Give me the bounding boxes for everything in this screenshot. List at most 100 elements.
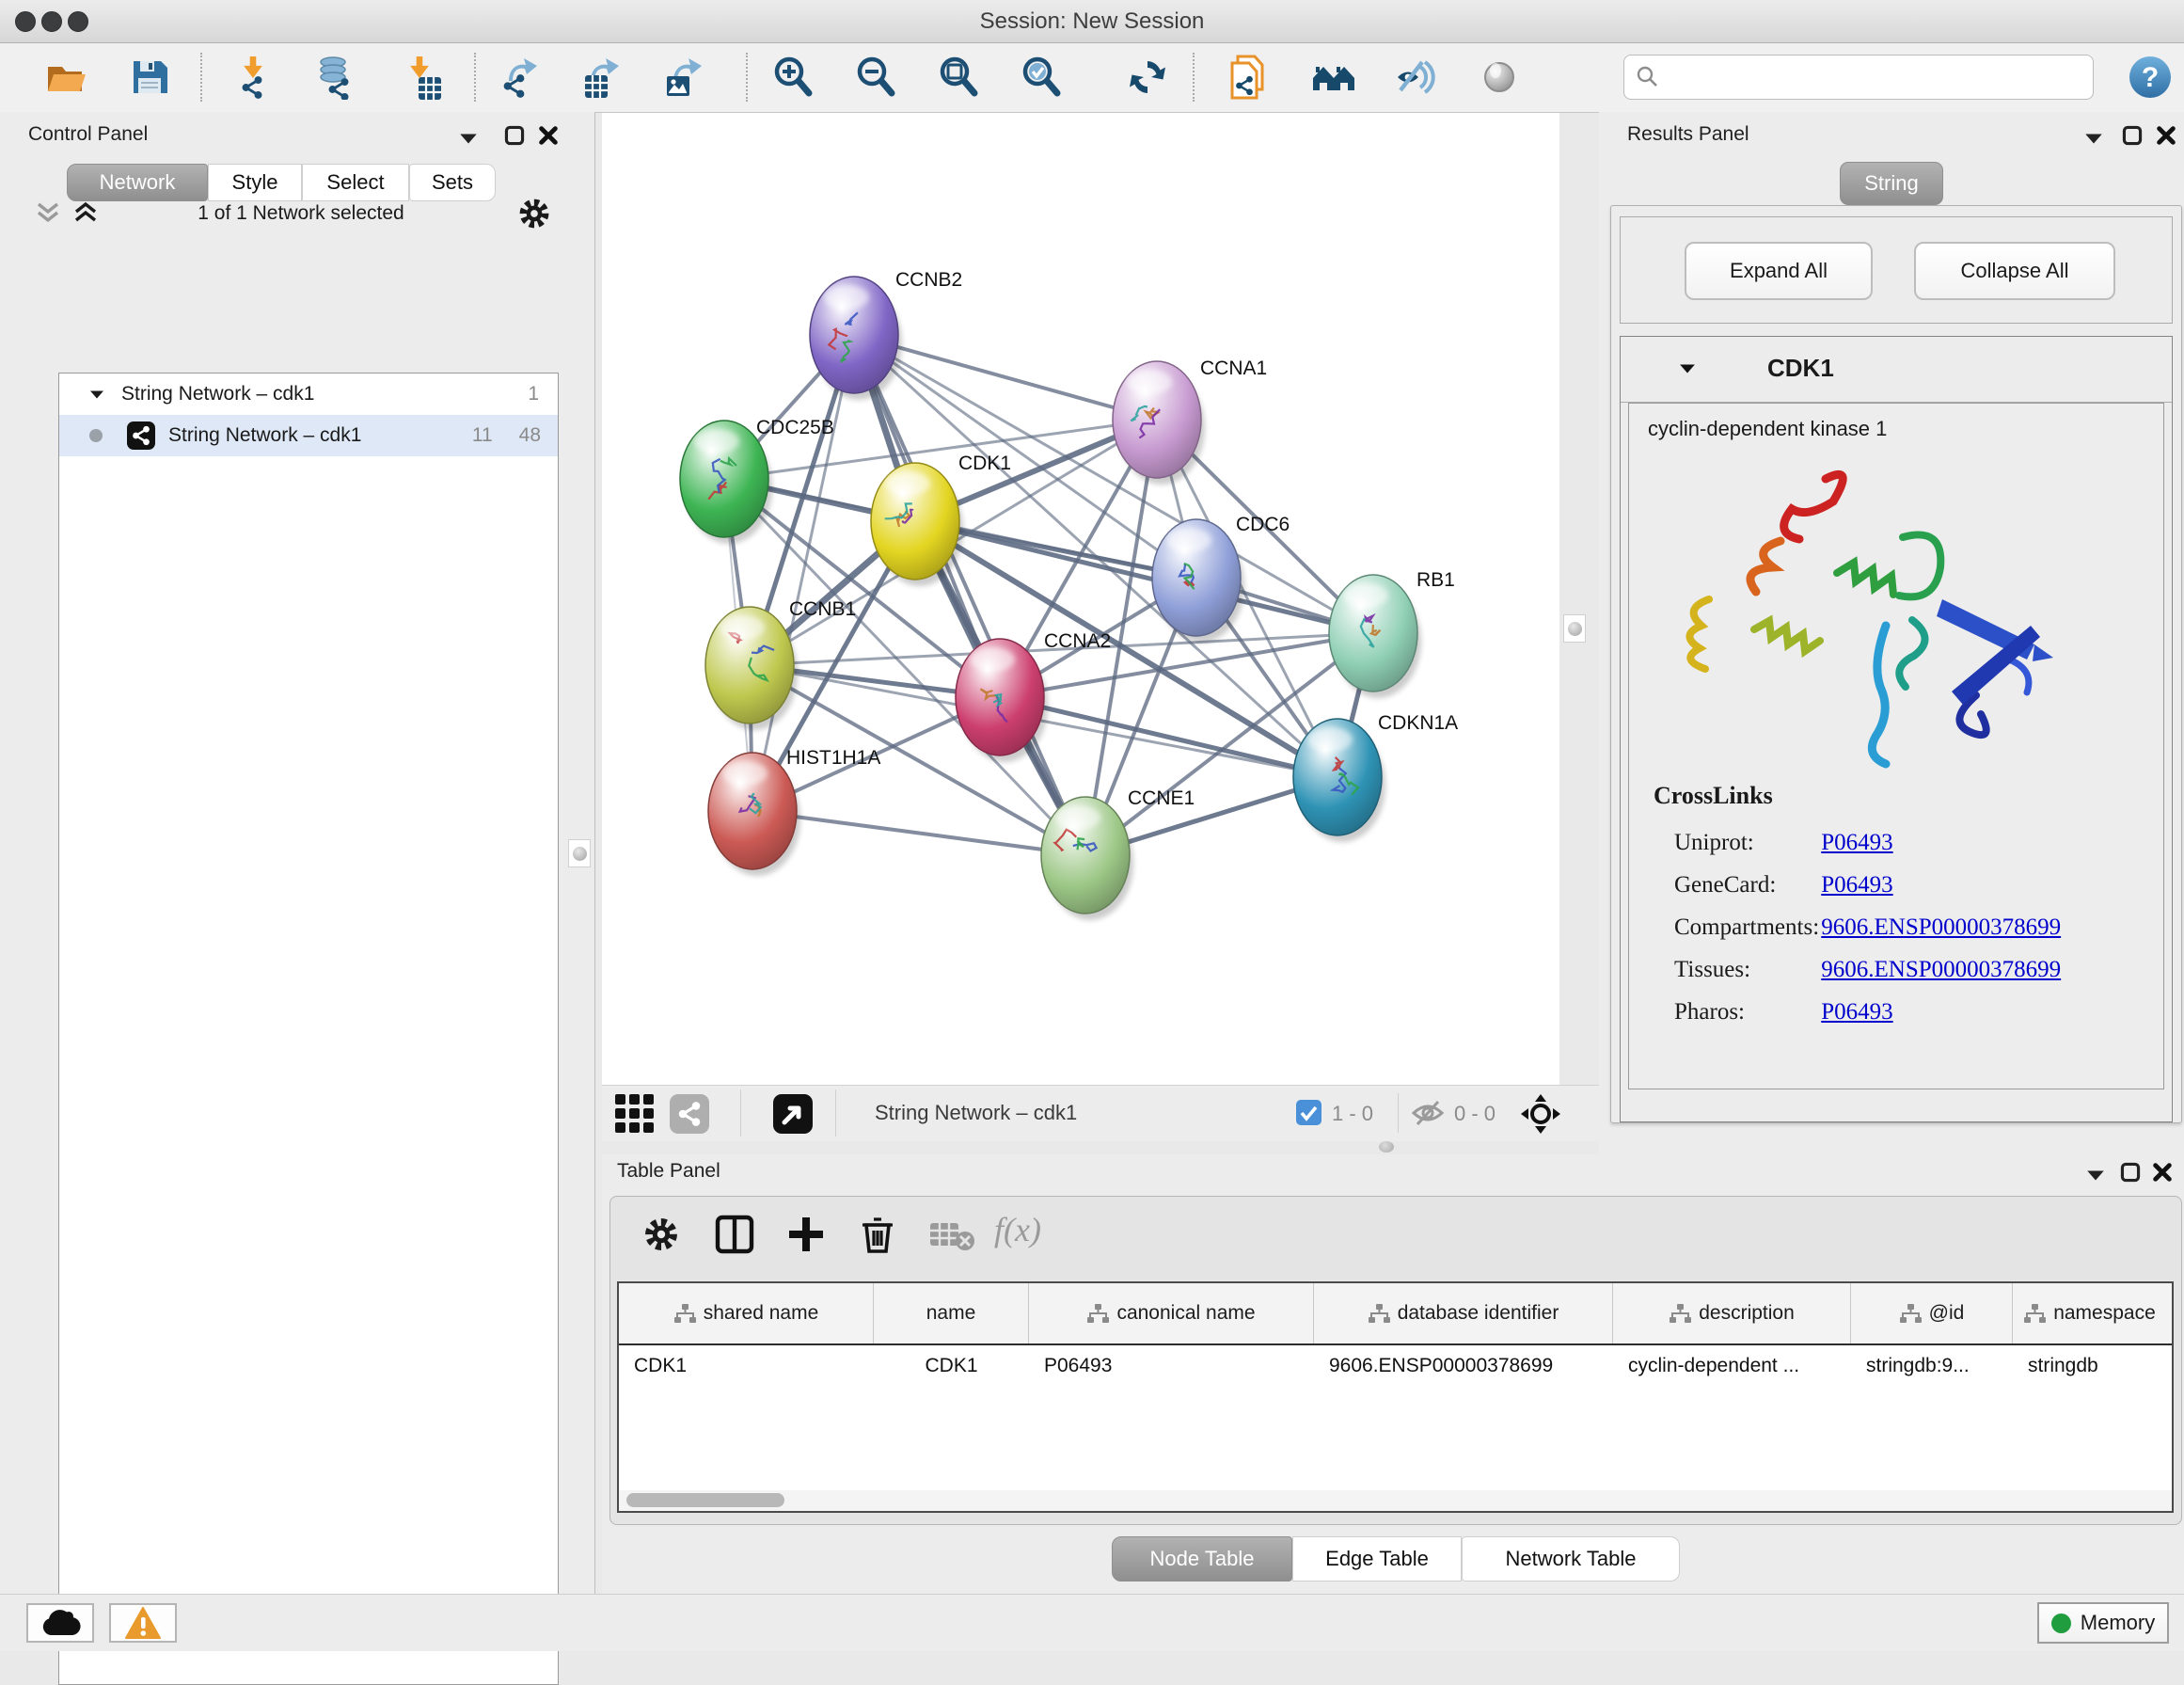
results-panel-close-icon[interactable] [2156,125,2176,146]
expand-all-button[interactable]: Expand All [1685,242,1873,300]
refresh-icon[interactable] [1125,55,1170,100]
table-panel-float-icon[interactable] [2086,1169,2105,1182]
function-builder-icon[interactable]: f(x) [994,1210,1041,1249]
birds-eye-view-icon[interactable] [1520,1093,1561,1135]
import-table-icon[interactable] [399,55,444,100]
column-header-description[interactable]: description [1613,1283,1851,1343]
warning-status-button[interactable] [109,1603,177,1643]
network-node-CCNA1[interactable] [1113,361,1205,485]
toolbar-search-field[interactable] [1623,55,2094,100]
column-header-id[interactable]: @id [1851,1283,2013,1343]
detach-view-icon[interactable] [773,1094,813,1134]
network-node-CCNB1[interactable] [705,607,798,730]
table-row[interactable]: CDK1 CDK1 P06493 9606.ENSP00000378699 cy… [619,1345,2172,1389]
network-edge[interactable] [1000,697,1337,777]
control-panel-close-icon[interactable] [538,125,559,146]
tab-network[interactable]: Network [67,164,208,201]
gene-section-header[interactable]: CDK1 [1621,337,2172,403]
network-collection-row[interactable]: String Network – cdk1 1 [59,374,558,415]
collapse-all-icon[interactable] [34,200,62,225]
network-node-CDC6[interactable] [1152,519,1244,643]
show-columns-icon[interactable] [714,1214,755,1255]
hide-panels-icon[interactable] [1394,55,1439,100]
results-panel-float-icon[interactable] [2084,133,2103,145]
crosslink-compartments[interactable]: 9606.ENSP00000378699 [1821,914,2061,940]
control-panel-float-icon[interactable] [459,133,478,145]
zoom-out-icon[interactable] [853,55,898,100]
cell-name[interactable]: CDK1 [874,1345,1029,1389]
network-view-share-icon[interactable] [670,1094,709,1134]
home-icon[interactable] [1311,55,1356,100]
network-edge[interactable] [915,521,1373,633]
column-header-namespace[interactable]: namespace [2013,1283,2166,1343]
grid-view-icon[interactable] [615,1094,655,1134]
add-column-icon[interactable] [785,1214,827,1255]
network-row-selected[interactable]: String Network – cdk1 11 48 [59,415,558,456]
search-input[interactable] [1660,65,2093,89]
import-network-file-icon[interactable] [232,55,277,100]
crosslink-uniprot[interactable]: P06493 [1821,830,1892,855]
cell-description[interactable]: cyclin-dependent ... [1613,1345,1851,1389]
column-header-name[interactable]: name [874,1283,1029,1343]
table-options-gear-icon[interactable] [641,1214,682,1255]
import-network-database-icon[interactable] [313,55,358,100]
cloud-status-button[interactable] [26,1603,94,1643]
network-edge[interactable] [752,335,854,811]
network-node-CCNB2[interactable] [810,277,902,400]
tab-style[interactable]: Style [208,164,302,201]
tree-expand-icon[interactable] [89,389,104,400]
right-splitter-collapse-handle[interactable] [1563,614,1586,643]
collapse-all-button[interactable]: Collapse All [1914,242,2115,300]
network-node-CDK1[interactable] [871,463,963,586]
tab-string[interactable]: String [1840,162,1943,205]
table-hscrollbar-track[interactable] [619,1490,2172,1511]
column-header-database-identifier[interactable]: database identifier [1314,1283,1613,1343]
zoom-in-icon[interactable] [770,55,815,100]
network-node-CCNA2[interactable] [956,639,1048,762]
export-network-icon[interactable] [498,55,543,100]
table-panel-close-icon[interactable] [2152,1162,2173,1183]
network-graph[interactable]: CCNB2CCNA1CDC25BCDK1CDC6RB1CCNB1CCNA2CDK… [602,113,1559,1085]
cell-database-identifier[interactable]: 9606.ENSP00000378699 [1314,1345,1613,1389]
tab-edge-table[interactable]: Edge Table [1292,1536,1462,1582]
crosslink-tissues[interactable]: 9606.ENSP00000378699 [1821,957,2061,982]
table-panel-maximize-icon[interactable] [2120,1162,2141,1183]
tab-node-table[interactable]: Node Table [1112,1536,1292,1582]
tab-select[interactable]: Select [302,164,409,201]
help-icon[interactable]: ? [2128,55,2173,100]
left-splitter-collapse-handle[interactable] [568,839,591,867]
network-node-CCNE1[interactable] [1041,797,1133,920]
network-node-HIST1H1A[interactable] [708,753,800,876]
column-header-canonical-name[interactable]: canonical name [1029,1283,1314,1343]
delete-table-icon[interactable] [930,1219,975,1251]
tab-sets[interactable]: Sets [409,164,496,201]
results-panel-maximize-icon[interactable] [2122,125,2143,146]
preview-icon[interactable] [1477,55,1522,100]
delete-column-icon[interactable] [857,1214,898,1255]
network-options-gear-icon[interactable] [515,195,553,232]
cell-shared-name[interactable]: CDK1 [619,1345,874,1389]
horizontal-splitter-handle[interactable] [1379,1141,1394,1152]
tab-network-table[interactable]: Network Table [1462,1536,1680,1582]
cell-id[interactable]: stringdb:9... [1851,1345,2013,1389]
cell-canonical-name[interactable]: P06493 [1029,1345,1314,1389]
save-session-icon[interactable] [127,55,172,100]
share-document-icon[interactable] [1227,55,1272,100]
export-image-icon[interactable] [662,55,707,100]
crosslink-pharos[interactable]: P06493 [1821,999,1892,1025]
open-session-icon[interactable] [43,55,88,100]
column-header-shared-name[interactable]: shared name [619,1283,874,1343]
expand-all-icon[interactable] [71,200,100,225]
crosslink-genecard[interactable]: P06493 [1821,872,1892,898]
memory-button[interactable]: Memory [2037,1602,2169,1644]
network-edge[interactable] [752,811,1085,855]
control-panel-maximize-icon[interactable] [504,125,525,146]
hidden-nodes-eye-icon[interactable] [1411,1099,1445,1127]
network-node-CDKN1A[interactable] [1293,719,1385,842]
network-edge[interactable] [854,335,1085,855]
cell-namespace[interactable]: stringdb [2013,1345,2166,1389]
selected-nodes-checkbox[interactable] [1296,1100,1321,1125]
table-hscrollbar-thumb[interactable] [626,1493,784,1507]
zoom-fit-icon[interactable] [936,55,981,100]
network-node-RB1[interactable] [1329,575,1421,698]
